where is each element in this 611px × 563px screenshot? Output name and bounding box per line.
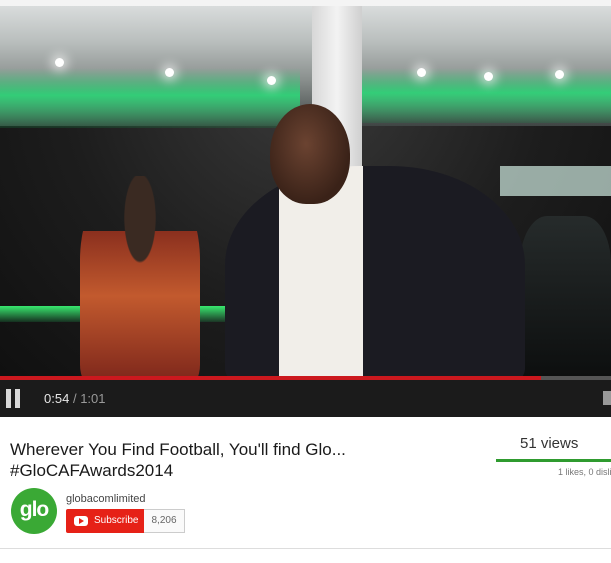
man-body: [225, 166, 525, 376]
youtube-logo-icon: [74, 516, 88, 526]
view-count: 51 views: [520, 435, 579, 452]
ceiling-light: [55, 58, 64, 67]
ceiling-light: [267, 76, 276, 85]
video-title[interactable]: Wherever You Find Football, You'll find …: [10, 439, 450, 481]
pause-icon[interactable]: [6, 389, 20, 408]
subscriber-count: 8,206: [144, 509, 185, 533]
time-separator: /: [72, 391, 77, 406]
crowd-figure: [520, 216, 611, 376]
like-bar: [496, 459, 611, 462]
ceiling-light: [417, 68, 426, 77]
video-info: Wherever You Find Football, You'll find …: [0, 417, 611, 553]
ceiling-light: [165, 68, 174, 77]
video-page: 0:54 / 1:01 Wherever You Find Football, …: [0, 0, 611, 563]
woman-figure: [80, 176, 200, 376]
video-frame[interactable]: [0, 6, 611, 376]
man-head: [270, 104, 350, 204]
settings-control-icon[interactable]: [603, 391, 611, 405]
likes-dislikes: 1 likes, 0 dislikes: [558, 467, 611, 477]
green-light-left: [0, 68, 300, 128]
subscribe-label: Subscribe: [94, 515, 139, 526]
ceiling-light: [555, 70, 564, 79]
duration: 1:01: [80, 391, 106, 406]
current-time: 0:54: [44, 391, 70, 406]
channel-name[interactable]: globacomlimited: [66, 493, 145, 505]
divider: [0, 548, 611, 549]
player-controls: 0:54 / 1:01: [0, 380, 611, 417]
subscribe-button[interactable]: Subscribe: [66, 509, 144, 533]
ceiling-light: [484, 72, 493, 81]
background-screen: [500, 166, 611, 196]
channel-avatar[interactable]: glo: [11, 488, 57, 534]
time-display: 0:54 / 1:01: [44, 391, 106, 406]
